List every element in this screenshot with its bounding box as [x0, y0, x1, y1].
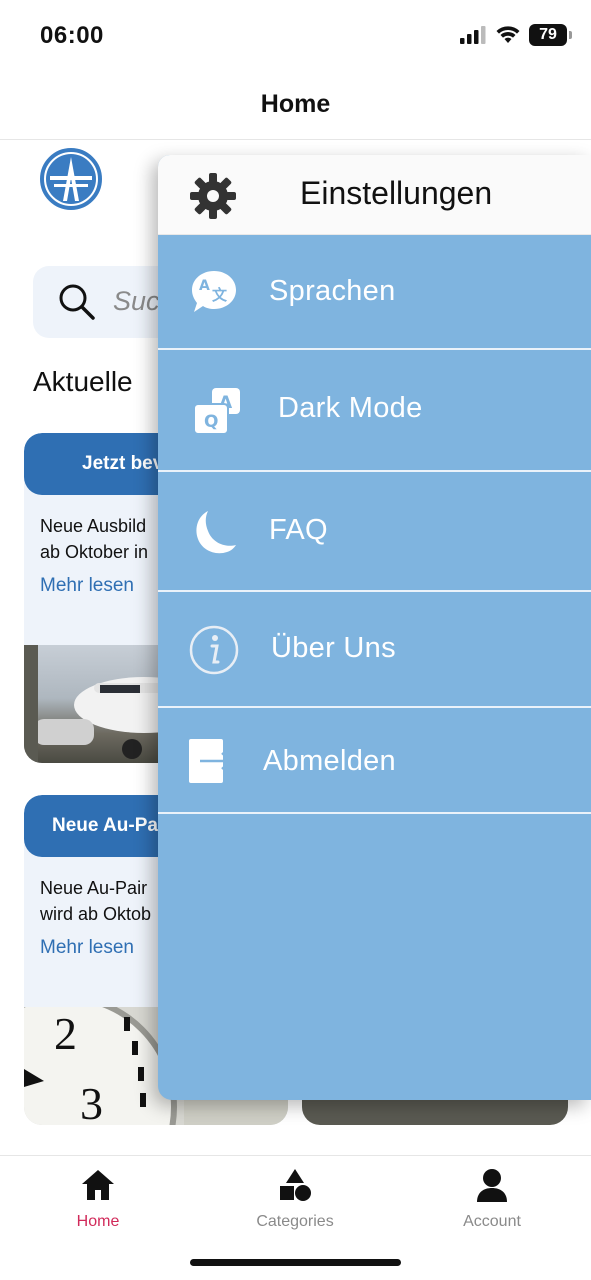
menu-item-label: Dark Mode [278, 392, 423, 424]
menu-item-sprachen[interactable]: A 文 Sprachen [158, 235, 591, 350]
wifi-icon [496, 26, 520, 43]
svg-text:3: 3 [80, 1078, 103, 1125]
drawer-title: Einstellungen [300, 175, 493, 211]
svg-text:文: 文 [212, 286, 228, 304]
menu-item-abmelden[interactable]: Abmelden [158, 708, 591, 814]
logout-icon [189, 739, 233, 783]
status-icons: 79 [459, 24, 572, 46]
home-indicator [190, 1259, 401, 1266]
tab-account[interactable]: Account [432, 1168, 552, 1231]
battery-indicator: 79 [529, 24, 572, 46]
shapes-icon [280, 1169, 311, 1201]
tab-categories[interactable]: Categories [235, 1168, 355, 1231]
menu-item-dark-mode[interactable]: A Q Dark Mode [158, 350, 591, 472]
svg-text:2: 2 [54, 1008, 77, 1059]
nav-header: Home [0, 72, 591, 140]
app-logo [40, 148, 102, 210]
battery-level: 79 [539, 26, 557, 43]
tab-home[interactable]: Home [38, 1168, 158, 1231]
status-time: 06:00 [40, 22, 104, 49]
search-placeholder: Suc [113, 286, 160, 316]
search-icon [59, 284, 95, 320]
qa-cards-icon: A Q [193, 388, 240, 435]
cellular-signal-icon [460, 26, 486, 44]
drawer-header: Einstellungen [158, 155, 591, 235]
menu-item-label: Abmelden [263, 745, 396, 777]
section-title: Aktuelle [33, 366, 133, 397]
gear-icon [190, 173, 236, 219]
settings-drawer: Einstellungen A 文 Sprachen A Q Dark Mode… [158, 155, 591, 1100]
status-bar: 06:00 79 [0, 0, 591, 72]
moon-icon [196, 511, 236, 554]
page-title: Home [260, 90, 331, 118]
menu-item-label: FAQ [269, 514, 328, 546]
svg-text:Q: Q [204, 412, 218, 432]
home-icon [82, 1170, 114, 1200]
tab-label: Account [463, 1213, 521, 1230]
tab-label: Home [76, 1213, 120, 1230]
info-icon [189, 625, 239, 675]
tab-label: Categories [256, 1213, 334, 1230]
svg-text:A: A [199, 278, 210, 294]
menu-item-uber-uns[interactable]: Über Uns [158, 592, 591, 708]
menu-item-label: Sprachen [269, 275, 396, 307]
menu-item-faq[interactable]: FAQ [158, 472, 591, 592]
menu-item-label: Über Uns [271, 632, 396, 664]
translate-icon: A 文 [192, 271, 236, 312]
person-icon [477, 1169, 507, 1202]
